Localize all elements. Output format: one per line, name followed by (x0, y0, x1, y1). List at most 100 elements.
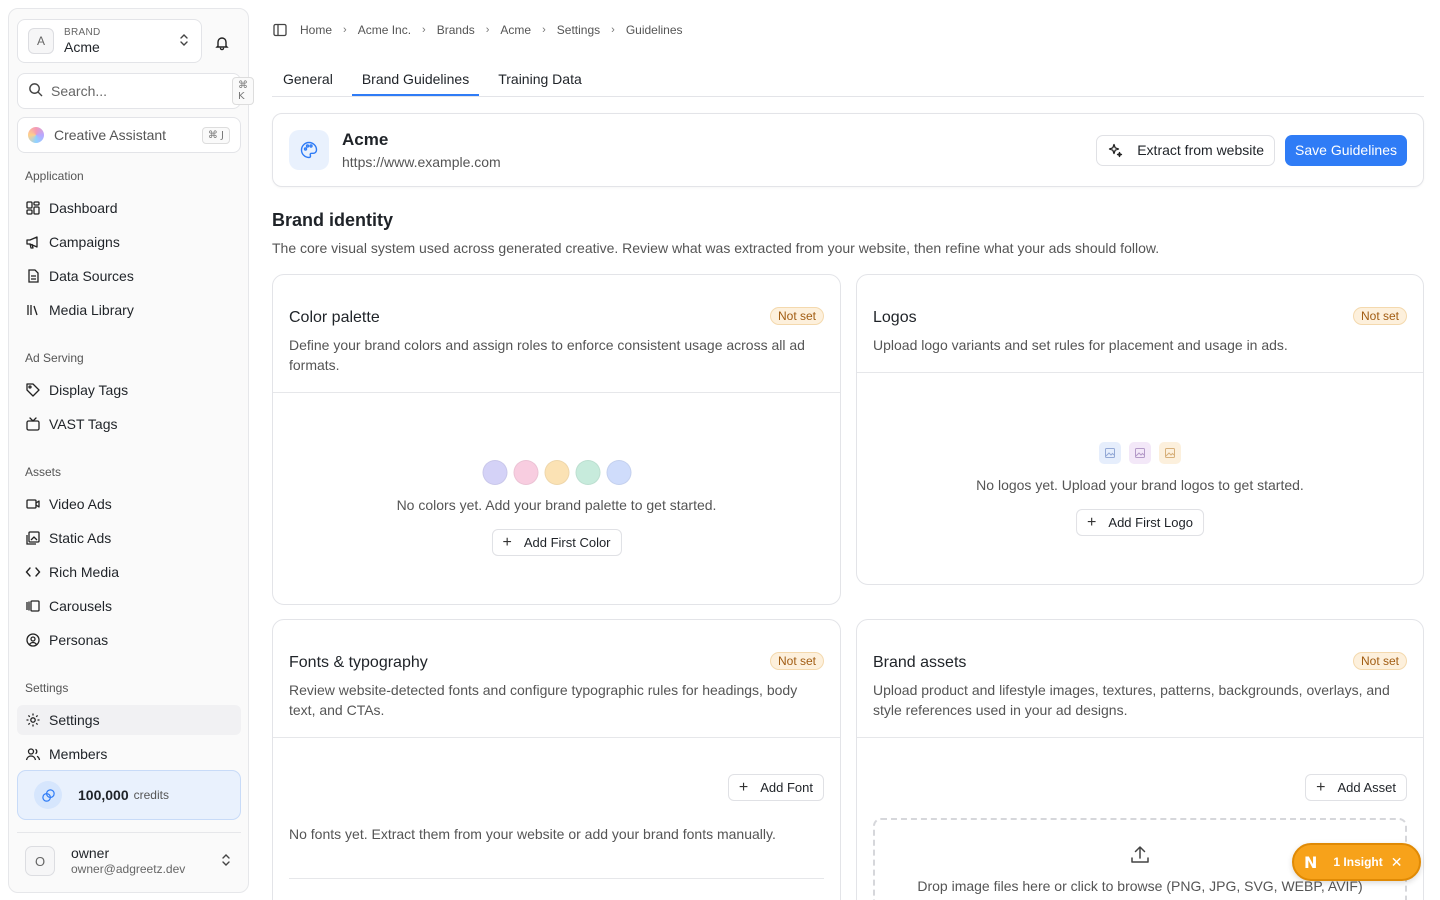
sidebar-item-members[interactable]: Members (17, 739, 241, 769)
sidebar-item-label: Rich Media (49, 564, 120, 580)
sidebar-toggle-icon[interactable] (272, 22, 288, 38)
section-title: Brand identity (272, 210, 394, 230)
assistant-orb-icon (28, 127, 44, 143)
status-badge: Not set (1352, 307, 1407, 325)
extract-from-website-button[interactable]: Extract from website (1096, 134, 1276, 166)
sidebar-item-label: Media Library (49, 302, 134, 318)
assistant-label: Creative Assistant (54, 127, 167, 143)
card-header (857, 620, 1423, 738)
sidebar-item-display-tags[interactable]: Display Tags (17, 375, 241, 405)
breadcrumb-current: Guidelines (625, 23, 683, 37)
search-shortcut: ⌘ K (232, 77, 254, 105)
plus-icon: + (1316, 778, 1326, 796)
sidebar-item-rich-media[interactable]: Rich Media (17, 557, 241, 587)
sidebar-item-label: Carousels (49, 598, 113, 614)
breadcrumb-settings[interactable]: Settings (557, 23, 600, 37)
sidebar-item-media-library[interactable]: Media Library (17, 295, 241, 325)
carousel-icon (26, 600, 40, 612)
color-swatch (575, 460, 600, 485)
search-input[interactable] (51, 83, 232, 99)
brand-name: Acme (64, 38, 100, 55)
card-title: Fonts & typography (289, 654, 428, 671)
sidebar-item-settings[interactable]: Settings (17, 705, 241, 735)
images-icon (26, 531, 40, 545)
save-guidelines-button[interactable]: Save Guidelines (1285, 134, 1407, 166)
chevron-right-icon: › (542, 24, 546, 36)
close-icon[interactable]: ✕ (1391, 854, 1403, 871)
card-header (273, 620, 840, 738)
plus-icon: + (738, 778, 749, 796)
tab-general[interactable]: General (272, 66, 344, 96)
sidebar-item-personas[interactable]: Personas (17, 625, 241, 655)
insight-label: 1 Insight (1333, 855, 1383, 869)
user-menu[interactable]: O owner owner@adgreetz.dev (17, 839, 241, 883)
button-label: Add Font (760, 780, 813, 795)
creative-assistant-button[interactable]: Creative Assistant ⌘ J (17, 117, 241, 153)
video-icon (26, 499, 40, 509)
chevron-right-icon: › (485, 24, 490, 36)
sidebar-item-label: Personas (49, 632, 109, 648)
add-asset-button[interactable]: + Add Asset (1305, 774, 1407, 801)
sidebar-item-data-sources[interactable]: Data Sources (17, 261, 241, 291)
notifications-bell-icon[interactable] (210, 31, 234, 55)
card-title: Brand assets (873, 654, 967, 671)
card-header (273, 275, 840, 393)
fonts-card: Fonts & typography Not set Review websit… (272, 619, 841, 900)
color-swatch (606, 460, 631, 485)
card-description: Review website-detected fonts and config… (289, 682, 798, 718)
color-swatch (482, 460, 507, 485)
chevron-right-icon: › (422, 24, 426, 36)
breadcrumb-home[interactable]: Home (300, 23, 332, 37)
tab-training-data[interactable]: Training Data (487, 66, 593, 96)
breadcrumb-brand[interactable]: Acme (500, 23, 531, 37)
insight-logo-icon: N (1304, 852, 1318, 872)
breadcrumb-org[interactable]: Acme Inc. (358, 23, 411, 37)
megaphone-icon (26, 236, 38, 249)
divider (289, 878, 824, 879)
sidebar-item-dashboard[interactable]: Dashboard (17, 193, 241, 223)
brand-switcher[interactable]: A BRAND Acme (17, 19, 202, 63)
status-badge: Not set (1352, 652, 1407, 670)
add-first-color-button[interactable]: + Add First Color (491, 529, 622, 556)
code-icon (25, 567, 41, 577)
image-placeholder-icon (1099, 442, 1121, 464)
persona-icon (26, 633, 40, 647)
divider (17, 832, 241, 833)
sidebar-item-video-ads[interactable]: Video Ads (17, 489, 241, 519)
empty-state-text: No colors yet. Add your brand palette to… (396, 497, 717, 513)
plus-icon: + (502, 533, 512, 551)
breadcrumb-brands[interactable]: Brands (437, 23, 475, 37)
sidebar-item-carousels[interactable]: Carousels (17, 591, 241, 621)
credits-value: 100,000 (78, 787, 129, 803)
sidebar-item-label: Data Sources (49, 268, 134, 284)
credits-card[interactable]: 100,000 credits (17, 770, 241, 820)
tab-brand-guidelines[interactable]: Brand Guidelines (351, 66, 480, 96)
button-label: Add Asset (1337, 780, 1396, 795)
sidebar-item-label: Dashboard (49, 200, 118, 216)
logos-card: Logos Not set Upload logo variants and s… (856, 274, 1424, 585)
sidebar-item-static-ads[interactable]: Static Ads (17, 523, 241, 553)
gear-icon (26, 713, 40, 727)
nav-section-ad-serving: Ad Serving (25, 351, 84, 365)
sidebar-item-label: VAST Tags (49, 416, 118, 432)
upload-icon (1129, 844, 1151, 866)
button-label: Add First Logo (1108, 515, 1193, 530)
brand-avatar: A (28, 28, 54, 54)
credits-unit: credits (133, 788, 169, 802)
chevron-up-down-icon (177, 33, 191, 50)
palette-icon (289, 130, 329, 170)
card-description: Upload product and lifestyle images, tex… (873, 682, 1390, 718)
sidebar-item-campaigns[interactable]: Campaigns (17, 227, 241, 257)
user-email: owner@adgreetz.dev (71, 862, 186, 877)
brand-title: Acme (342, 130, 389, 149)
breadcrumb: Home › Acme Inc. › Brands › Acme › Setti… (272, 22, 683, 38)
search-box[interactable]: ⌘ K (17, 73, 254, 109)
add-font-button[interactable]: + Add Font (727, 774, 824, 801)
color-placeholder-swatches (482, 460, 631, 485)
nav-section-application: Application (25, 169, 84, 183)
insight-pill[interactable]: N 1 Insight ✕ (1292, 843, 1421, 881)
coins-icon (34, 781, 62, 809)
card-title: Logos (873, 309, 917, 326)
add-first-logo-button[interactable]: + Add First Logo (1076, 509, 1204, 536)
sidebar-item-vast-tags[interactable]: VAST Tags (17, 409, 241, 439)
